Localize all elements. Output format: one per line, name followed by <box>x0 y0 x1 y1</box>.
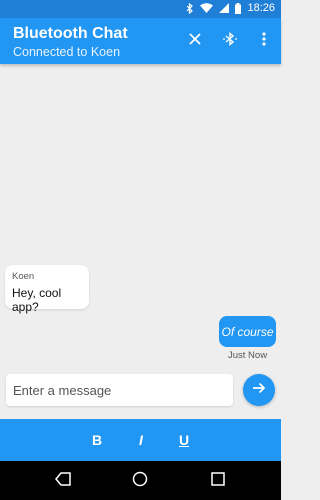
wifi-icon <box>200 3 214 13</box>
recents-button[interactable] <box>207 470 229 492</box>
message-sender: Koen <box>12 271 35 282</box>
status-bar: 18:26 <box>0 0 281 18</box>
underline-button[interactable]: U <box>172 428 196 452</box>
more-vertical-icon <box>262 31 266 51</box>
bluetooth-icon <box>222 31 238 52</box>
connection-status: Connected to Koen <box>13 45 121 59</box>
outgoing-message: Of course <box>219 316 276 347</box>
message-text: Hey, cool app? <box>12 286 62 314</box>
format-toolbar: B I U <box>0 419 281 461</box>
italic-button[interactable]: I <box>129 428 153 452</box>
arrow-right-icon <box>252 381 266 399</box>
home-icon <box>132 471 148 492</box>
composer <box>0 370 281 416</box>
recents-icon <box>211 471 225 491</box>
status-icons: 18:26 <box>186 2 275 14</box>
app-bar: Bluetooth Chat Connected to Koen <box>0 18 281 64</box>
status-time: 18:26 <box>247 2 275 14</box>
battery-icon <box>235 2 242 14</box>
message-input[interactable] <box>6 374 233 406</box>
signal-icon <box>219 3 230 13</box>
app-title: Bluetooth Chat <box>13 25 128 42</box>
send-button[interactable] <box>243 374 275 406</box>
back-button[interactable] <box>52 470 74 492</box>
message-text: Of course <box>221 324 274 339</box>
incoming-message: Koen Hey, cool app? <box>5 265 89 314</box>
bluetooth-status-icon <box>186 2 194 14</box>
message-timestamp: Just Now <box>228 350 268 361</box>
bluetooth-button[interactable] <box>219 30 241 52</box>
home-button[interactable] <box>129 470 151 492</box>
disconnect-button[interactable] <box>184 30 206 52</box>
close-icon <box>189 32 201 50</box>
bold-button[interactable]: B <box>85 428 109 452</box>
more-options-button[interactable] <box>253 30 275 52</box>
navigation-bar <box>0 461 281 500</box>
back-icon <box>55 471 71 491</box>
chat-area[interactable]: Koen Hey, cool app? Of course Just Now <box>0 64 281 370</box>
